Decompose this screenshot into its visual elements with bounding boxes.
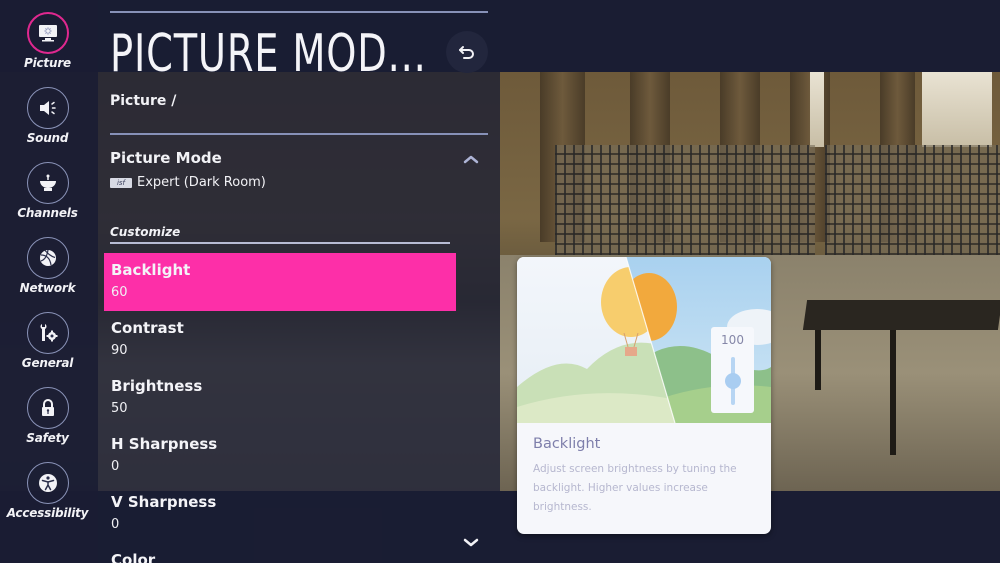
scene-table-leg — [890, 330, 896, 455]
sidebar-item-picture[interactable]: Picture — [0, 12, 95, 70]
sidebar-item-label: Sound — [26, 131, 69, 145]
setting-color[interactable]: Color — [104, 543, 456, 563]
picture-mode-value[interactable]: isf Expert (Dark Room) — [110, 175, 266, 190]
sidebar-item-general[interactable]: General — [0, 312, 95, 370]
picture-mode-label[interactable]: Picture Mode — [110, 149, 222, 167]
setting-name: Contrast — [111, 319, 184, 337]
setting-name: H Sharpness — [111, 435, 218, 453]
sidebar-item-label: General — [21, 356, 74, 370]
illustration-slider-knob — [725, 373, 741, 389]
accessibility-icon — [26, 462, 69, 504]
setting-value: 90 — [111, 343, 128, 358]
lock-icon — [26, 387, 69, 429]
back-button[interactable] — [446, 31, 488, 73]
setting-contrast[interactable]: Contrast 90 — [104, 311, 456, 369]
setting-name: Backlight — [111, 261, 191, 279]
satellite-dish-icon — [26, 162, 69, 204]
picture-mode-value-text: Expert (Dark Room) — [137, 175, 266, 190]
help-description: Adjust screen brightness by tuning the b… — [533, 463, 737, 513]
sidebar-item-sound[interactable]: Sound — [0, 87, 95, 145]
speaker-icon — [26, 87, 69, 129]
chevron-up-icon — [463, 155, 479, 164]
page-title: PICTURE MOD... — [110, 24, 427, 84]
setting-value: 0 — [111, 459, 120, 474]
illustration-slider: 100 — [711, 327, 754, 413]
scene-table-leg — [815, 330, 821, 390]
scene-racks — [825, 145, 1000, 255]
wrench-gear-icon — [26, 312, 69, 354]
isf-badge-icon: isf — [110, 177, 132, 188]
scene-window — [922, 72, 992, 147]
sidebar-item-label: Picture — [24, 56, 71, 70]
illustration-slider-value: 100 — [721, 333, 744, 347]
sidebar-item-label: Channels — [17, 206, 78, 220]
sidebar-item-channels[interactable]: Channels — [0, 162, 95, 220]
collapse-button[interactable] — [462, 150, 480, 169]
setting-brightness[interactable]: Brightness 50 — [104, 369, 456, 427]
scene-window — [810, 72, 824, 147]
help-card: 100 Backlight Adjust screen brightness b… — [517, 257, 771, 534]
settings-list: Backlight 60 Contrast 90 Brightness 50 H… — [104, 253, 456, 563]
sidebar-item-label: Accessibility — [6, 506, 89, 520]
sidebar-item-safety[interactable]: Safety — [0, 387, 95, 445]
picture-icon — [26, 12, 69, 54]
breadcrumb: Picture / — [110, 93, 177, 109]
chevron-down-icon — [463, 538, 479, 547]
setting-backlight[interactable]: Backlight 60 — [104, 253, 456, 311]
sidebar-item-accessibility[interactable]: Accessibility — [0, 462, 95, 520]
settings-sidebar: Picture Sound Channels Network General S… — [0, 0, 98, 563]
header-divider — [110, 133, 488, 135]
setting-value: 50 — [111, 401, 128, 416]
setting-v-sharpness[interactable]: V Sharpness 0 — [104, 485, 456, 543]
sidebar-item-label: Network — [19, 281, 76, 295]
globe-icon — [26, 237, 69, 279]
back-arrow-icon — [459, 46, 474, 59]
scroll-down-button[interactable] — [462, 534, 480, 553]
setting-name: Brightness — [111, 377, 203, 395]
help-title: Backlight — [533, 436, 601, 452]
sidebar-item-label: Safety — [26, 431, 69, 445]
top-divider — [110, 11, 488, 13]
customize-divider — [110, 242, 450, 244]
setting-value: 0 — [111, 517, 120, 532]
scene-racks — [555, 145, 815, 255]
scene-table — [802, 300, 1000, 330]
setting-value: 60 — [111, 285, 128, 300]
setting-h-sharpness[interactable]: H Sharpness 0 — [104, 427, 456, 485]
customize-label: Customize — [110, 225, 181, 239]
setting-name: V Sharpness — [111, 493, 217, 511]
setting-name: Color — [111, 551, 156, 563]
sidebar-item-network[interactable]: Network — [0, 237, 95, 295]
